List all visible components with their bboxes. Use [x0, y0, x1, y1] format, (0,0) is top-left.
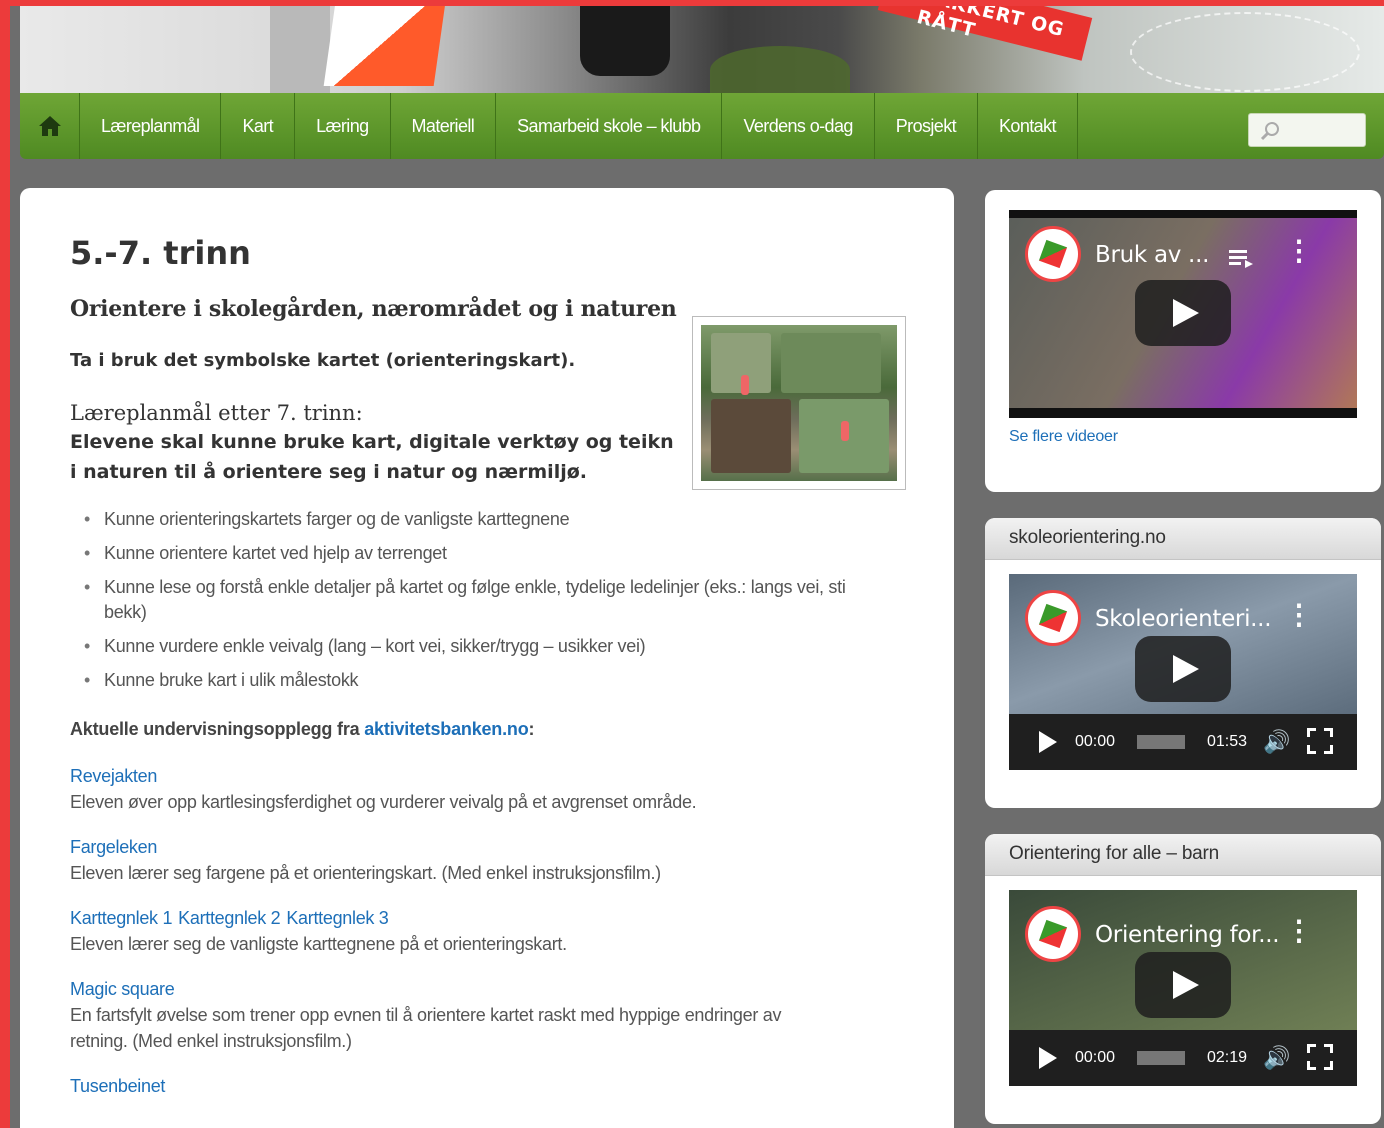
time-total: 01:53	[1207, 733, 1248, 750]
resource-item: Revejakten Eleven øver opp kartlesingsfe…	[70, 766, 904, 815]
playlist-icon[interactable]	[1229, 246, 1255, 270]
nav-item-verdens-o-dag[interactable]: Verdens o-dag	[722, 93, 875, 159]
resource-link-revejakten[interactable]: Revejakten	[70, 766, 904, 787]
more-vert-icon[interactable]: ⋮	[1285, 601, 1313, 629]
resource-link-karttegnlek-3[interactable]: Karttegnlek 3	[286, 908, 388, 928]
main-content: 5.-7. trinn Orientere i skolegården, nær…	[20, 188, 954, 1128]
nav-item-kart[interactable]: Kart	[221, 93, 296, 159]
resource-desc: En fartsfylt øvelse som trener opp evnen…	[70, 1005, 782, 1051]
widget-heading: Orientering for alle – barn	[985, 834, 1381, 876]
banner-backpack	[580, 6, 670, 76]
play-button[interactable]	[1039, 1047, 1057, 1069]
search-input[interactable]	[1248, 113, 1366, 147]
video-widget: Bruk av ... ⋮ Se flere videoer	[985, 190, 1381, 492]
volume-icon[interactable]: 🔊	[1263, 1045, 1290, 1071]
list-item: Kunne lese og forstå enkle detaljer på k…	[84, 575, 884, 625]
fullscreen-icon[interactable]	[1306, 1043, 1334, 1071]
channel-logo	[1025, 590, 1081, 646]
control-flag-image	[323, 6, 447, 86]
goal-list: Kunne orienteringskartets farger og de v…	[84, 507, 904, 693]
list-item: Kunne bruke kart i ulik målestokk	[84, 668, 904, 693]
resource-links-karttegnlek: Karttegnlek 1 Karttegnlek 2 Karttegnlek 3	[70, 908, 904, 929]
orientering-for-alle-widget: Orientering for alle – barn Orientering …	[985, 834, 1381, 1124]
list-item: Kunne orienteringskartets farger og de v…	[84, 507, 904, 532]
play-button[interactable]	[1039, 731, 1057, 753]
main-nav: Læreplanmål Kart Læring Materiell Samarb…	[20, 93, 1384, 159]
resource-item: Tusenbeinet	[70, 1076, 904, 1097]
resource-link-fargeleken[interactable]: Fargeleken	[70, 837, 904, 858]
video-player[interactable]: Skoleorienteri... ⋮ 00:00 01:53 🔊	[1009, 574, 1357, 770]
progress-bar[interactable]	[1137, 735, 1185, 749]
more-vert-icon[interactable]: ⋮	[1285, 237, 1313, 265]
resource-link-karttegnlek-2[interactable]: Karttegnlek 2	[178, 908, 280, 928]
resource-desc: Eleven øver opp kartlesingsferdighet og …	[70, 792, 697, 812]
channel-logo	[1025, 906, 1081, 962]
resource-desc: Eleven lærer seg de vanligste karttegnen…	[70, 934, 567, 954]
search-icon	[1260, 122, 1279, 141]
nav-item-laering[interactable]: Læring	[295, 93, 391, 159]
list-item: Kunne vurdere enkle veivalg (lang – kort…	[84, 634, 904, 659]
aktivitetsbanken-link[interactable]: aktivitetsbanken.no	[364, 719, 528, 739]
nav-item-laereplanmal[interactable]: Læreplanmål	[80, 93, 222, 159]
time-total: 02:19	[1207, 1049, 1248, 1066]
nav-item-kontakt[interactable]: Kontakt	[978, 93, 1078, 159]
page-title: 5.-7. trinn	[70, 234, 251, 272]
video-player[interactable]: Orientering for... ⋮ 00:00 02:19 🔊	[1009, 890, 1357, 1086]
video-controls: 00:00 01:53 🔊	[1009, 714, 1357, 770]
resource-link-karttegnlek-1[interactable]: Karttegnlek 1	[70, 908, 172, 928]
goal-text: Elevene skal kunne bruke kart, digitale …	[70, 431, 674, 483]
banner-rock	[270, 6, 330, 94]
resources-heading-prefix: Aktuelle undervisningsopplegg fra	[70, 719, 365, 739]
more-vert-icon[interactable]: ⋮	[1285, 917, 1313, 945]
progress-bar[interactable]	[1137, 1051, 1185, 1065]
video-title: Skoleorienteri...	[1095, 606, 1272, 632]
video-player[interactable]: Bruk av ... ⋮	[1009, 210, 1357, 418]
collage-photo	[701, 325, 897, 481]
volume-icon[interactable]: 🔊	[1263, 729, 1290, 755]
list-item: Kunne orientere kartet ved hjelp av terr…	[84, 541, 904, 566]
collage-image	[692, 316, 906, 490]
video-title: Orientering for...	[1095, 922, 1280, 948]
nav-item-prosjekt[interactable]: Prosjekt	[875, 93, 979, 159]
video-title: Bruk av ...	[1095, 242, 1210, 268]
resource-link-magic-square[interactable]: Magic square	[70, 979, 904, 1000]
nav-item-materiell[interactable]: Materiell	[391, 93, 497, 159]
play-icon[interactable]	[1135, 952, 1231, 1018]
play-icon[interactable]	[1135, 636, 1231, 702]
widget-heading: skoleorientering.no	[985, 518, 1381, 560]
play-icon[interactable]	[1135, 280, 1231, 346]
header-banner: VAKKERT OG RÅTT	[20, 6, 1384, 94]
time-current: 00:00	[1075, 733, 1116, 750]
resource-item: Fargeleken Eleven lærer seg fargene på e…	[70, 837, 904, 886]
see-more-videos-link[interactable]: Se flere videoer	[1009, 428, 1118, 446]
resource-desc: Eleven lærer seg fargene på et orienteri…	[70, 863, 661, 883]
fullscreen-icon[interactable]	[1306, 727, 1334, 755]
resource-link-tusenbeinet[interactable]: Tusenbeinet	[70, 1076, 904, 1097]
home-icon	[38, 116, 61, 136]
skoleorientering-widget: skoleorientering.no Skoleorienteri... ⋮ …	[985, 518, 1381, 808]
channel-logo	[1025, 226, 1081, 282]
banner-ribbon: VAKKERT OG RÅTT	[877, 6, 1093, 61]
resources-heading: Aktuelle undervisningsopplegg fra aktivi…	[70, 719, 904, 740]
nav-item-samarbeid[interactable]: Samarbeid skole – klubb	[496, 93, 723, 159]
page: VAKKERT OG RÅTT Læreplanmål Kart Læring …	[10, 6, 1384, 1128]
nav-home[interactable]	[20, 93, 80, 159]
banner-swirl	[1130, 12, 1360, 92]
video-controls: 00:00 02:19 🔊	[1009, 1030, 1357, 1086]
resources-heading-suffix: :	[528, 719, 535, 739]
resource-item: Karttegnlek 1 Karttegnlek 2 Karttegnlek 3 …	[70, 908, 904, 957]
resource-item: Magic square En fartsfylt øvelse som tre…	[70, 979, 904, 1054]
banner-foliage	[710, 46, 850, 94]
time-current: 00:00	[1075, 1049, 1116, 1066]
